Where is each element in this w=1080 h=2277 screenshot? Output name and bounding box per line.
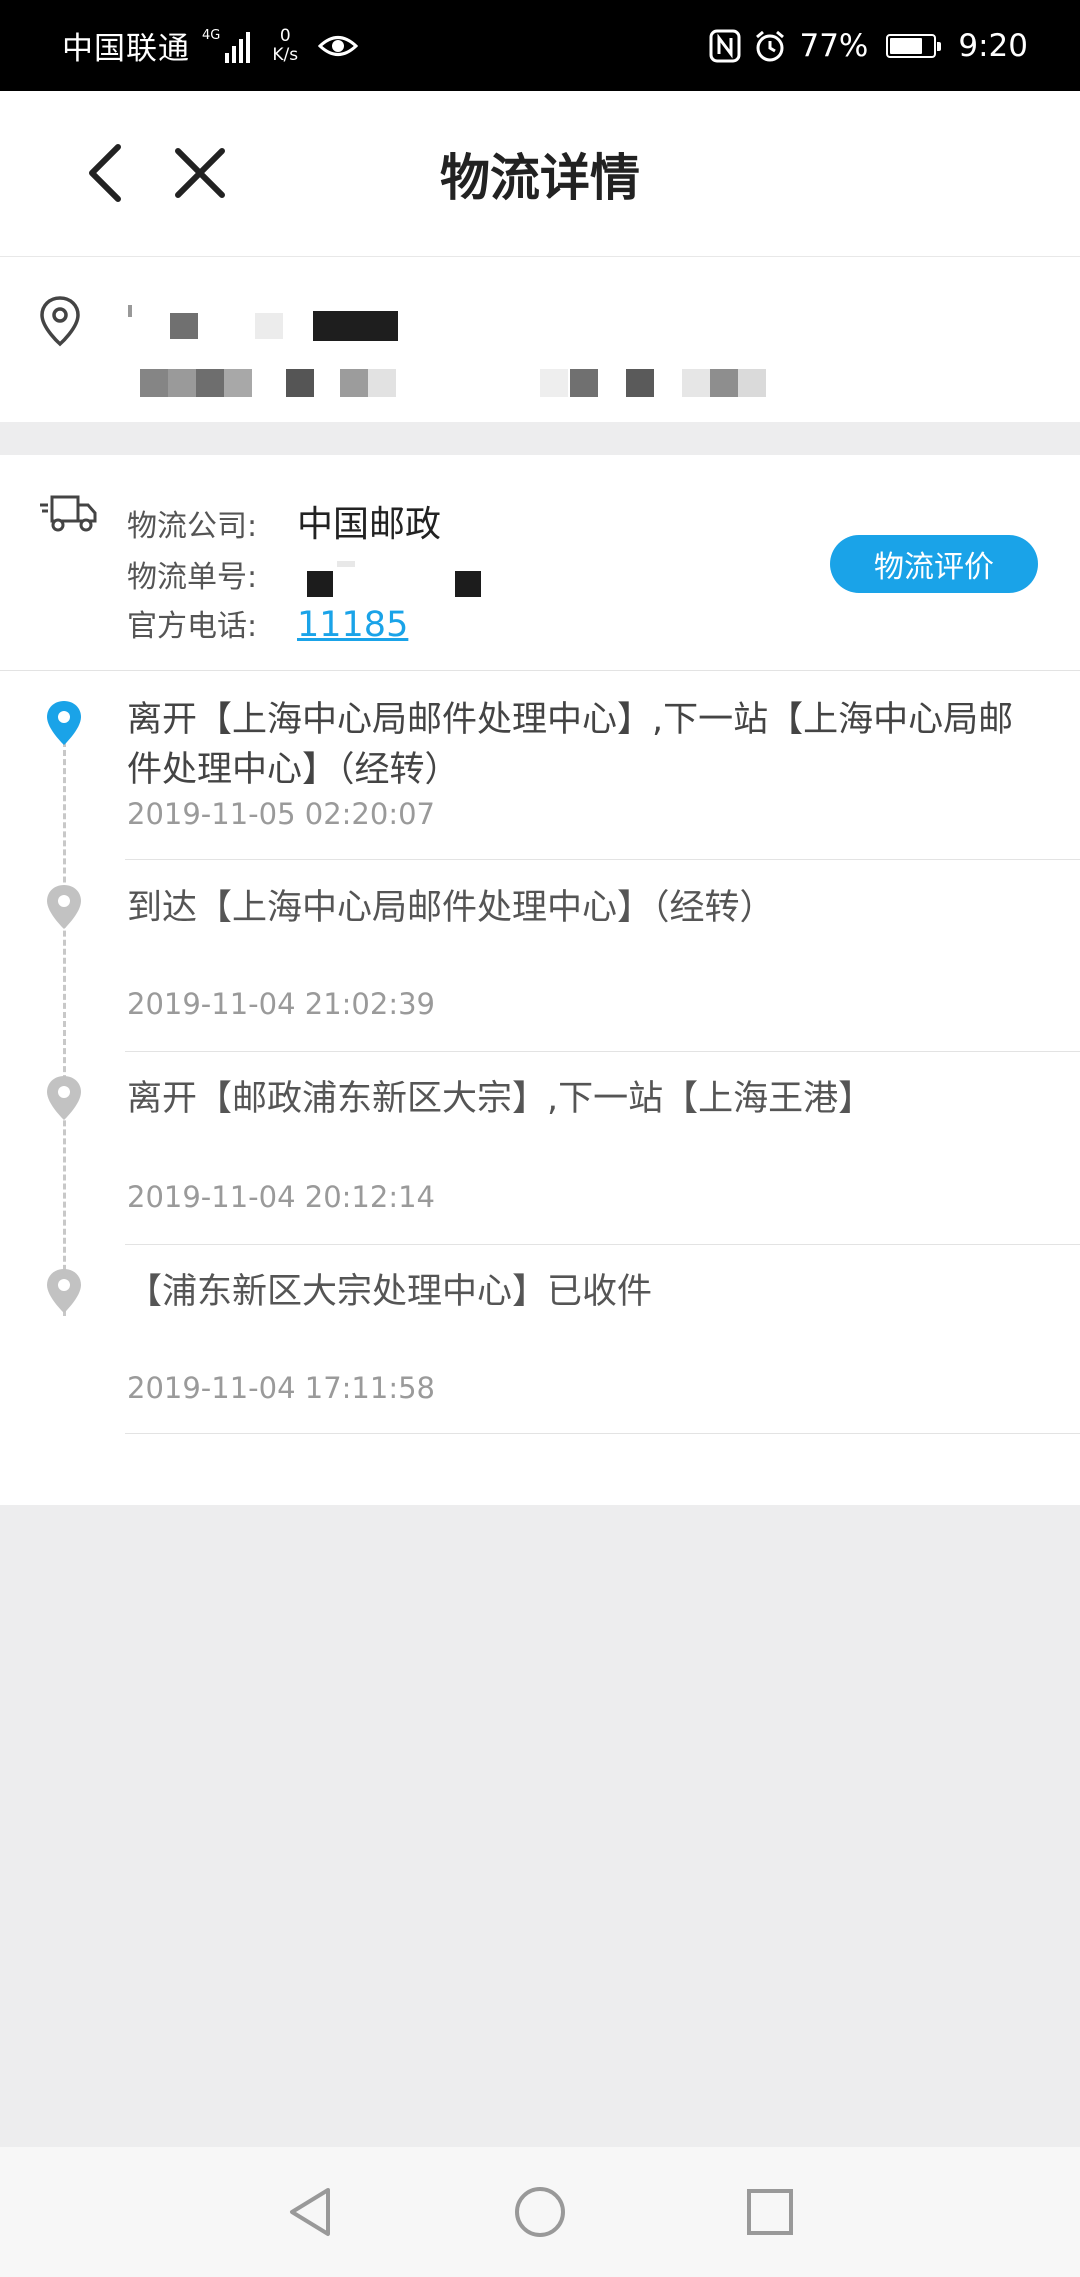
logistics-info: 物流公司: 中国邮政 物流单号: 官方电话: 11185 物流评价 xyxy=(0,455,1080,671)
phone-row: 官方电话: 11185 xyxy=(127,601,408,645)
status-right: 77% 9:20 xyxy=(709,0,1028,91)
location-pin-active-icon xyxy=(47,701,81,745)
event-description: 【浦东新区大宗处理中心】已收件 xyxy=(127,1272,653,1312)
tracking-timeline: 离开【上海中心局邮件处理中心】,下一站【上海中心局邮件处理中心】（经转） 201… xyxy=(0,671,1080,1505)
page-title: 物流详情 xyxy=(440,148,640,207)
event-description: 到达【上海中心局邮件处理中心】（经转） xyxy=(127,888,775,928)
location-pin-icon xyxy=(47,885,81,929)
eye-icon xyxy=(318,35,359,56)
status-bar: 中国联通 4G 0 K/s 77% 9:20 xyxy=(0,0,1080,91)
event-time: 2019-11-04 17:11:58 xyxy=(127,1371,435,1405)
alarm-icon xyxy=(756,30,785,61)
location-pin-icon xyxy=(47,1269,81,1313)
nfc-icon xyxy=(709,29,741,62)
address-section xyxy=(0,257,1080,422)
event-time: 2019-11-05 02:20:07 xyxy=(127,797,435,831)
clock: 9:20 xyxy=(958,27,1028,64)
event-description: 离开【上海中心局邮件处理中心】,下一站【上海中心局邮件处理中心】（经转） xyxy=(127,700,1014,790)
location-icon xyxy=(40,296,80,347)
tracking-label: 物流单号: xyxy=(127,560,258,595)
rate-logistics-button[interactable]: 物流评价 xyxy=(830,535,1038,593)
phone-label: 官方电话: xyxy=(127,609,258,644)
system-nav-bar xyxy=(0,2147,1080,2277)
company-label: 物流公司: xyxy=(127,509,258,544)
battery-icon xyxy=(886,33,942,58)
event-divider xyxy=(125,859,1080,860)
status-left: 中国联通 4G 0 K/s xyxy=(62,0,359,91)
recents-square-icon[interactable] xyxy=(740,2182,800,2242)
header: 物流详情 xyxy=(0,91,1080,257)
carrier-name: 中国联通 xyxy=(62,31,190,67)
back-triangle-icon[interactable] xyxy=(280,2182,340,2242)
tracking-number-redacted xyxy=(297,547,517,597)
event-time: 2019-11-04 21:02:39 xyxy=(127,987,435,1021)
company-row: 物流公司: 中国邮政 xyxy=(127,495,441,547)
home-circle-icon[interactable] xyxy=(510,2182,570,2242)
battery-percent: 77% xyxy=(799,27,869,64)
company-name: 中国邮政 xyxy=(297,504,442,545)
truck-icon xyxy=(40,495,97,532)
event-divider xyxy=(125,1433,1080,1434)
event-divider xyxy=(125,1244,1080,1245)
network-speed-value: 0 xyxy=(279,25,291,46)
network-type: 4G xyxy=(202,27,221,43)
event-description: 离开【邮政浦东新区大宗】,下一站【上海王港】 xyxy=(127,1079,874,1119)
timeline-track xyxy=(63,741,66,1316)
event-divider xyxy=(125,1051,1080,1052)
location-pin-icon xyxy=(47,1076,81,1120)
phone-link[interactable]: 11185 xyxy=(297,605,408,645)
signal-icon: 4G xyxy=(202,27,251,63)
tracking-row: 物流单号: xyxy=(127,547,517,597)
event-time: 2019-11-04 20:12:14 xyxy=(127,1180,435,1214)
network-speed-unit: K/s xyxy=(272,44,299,65)
network-speed: 0 K/s xyxy=(272,25,299,65)
